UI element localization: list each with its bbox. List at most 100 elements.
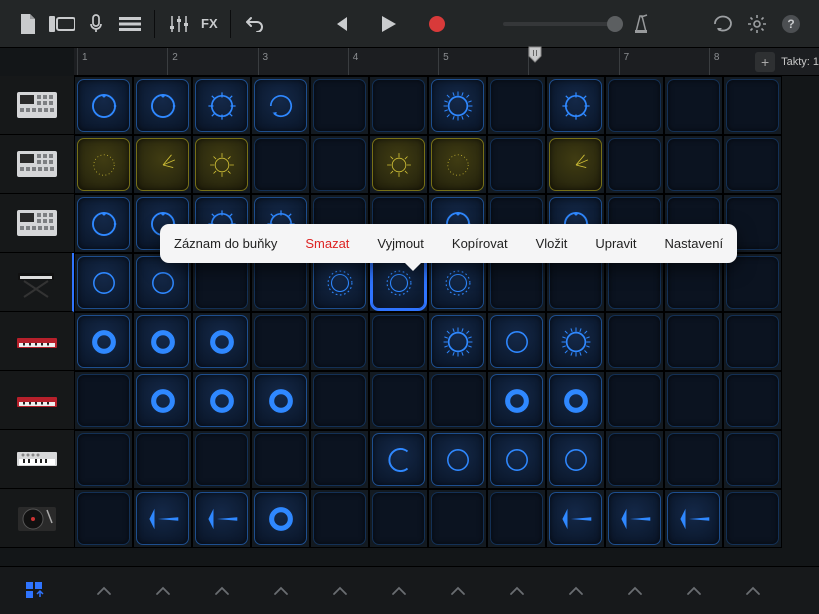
loop-cell[interactable] xyxy=(133,489,192,548)
record-icon[interactable] xyxy=(421,8,453,40)
loop-cell[interactable] xyxy=(546,430,605,489)
loop-cell[interactable] xyxy=(546,76,605,135)
loop-cell[interactable] xyxy=(133,135,192,194)
track-header[interactable] xyxy=(0,253,74,312)
column-trigger[interactable] xyxy=(310,567,369,614)
loop-cell[interactable] xyxy=(251,430,310,489)
loop-cell[interactable] xyxy=(310,489,369,548)
loop-cell[interactable] xyxy=(487,135,546,194)
loop-cell[interactable] xyxy=(74,76,133,135)
loop-cell[interactable] xyxy=(723,135,782,194)
loop-cell[interactable] xyxy=(605,76,664,135)
master-volume-slider[interactable] xyxy=(503,22,621,26)
loop-cell[interactable] xyxy=(487,76,546,135)
loop-cell[interactable] xyxy=(192,489,251,548)
loop-cell[interactable] xyxy=(133,76,192,135)
loop-cell[interactable] xyxy=(369,489,428,548)
loop-cell[interactable] xyxy=(723,312,782,371)
track-header[interactable] xyxy=(0,430,74,489)
loop-cell[interactable] xyxy=(487,430,546,489)
loop-cell[interactable] xyxy=(546,489,605,548)
loop-cell[interactable] xyxy=(428,430,487,489)
loop-cell[interactable] xyxy=(310,76,369,135)
settings-icon[interactable] xyxy=(741,8,773,40)
mixer-icon[interactable] xyxy=(163,8,195,40)
context-menu-item[interactable]: Vyjmout xyxy=(363,228,437,259)
loop-cell[interactable] xyxy=(74,135,133,194)
loop-cell[interactable] xyxy=(369,371,428,430)
loop-cell[interactable] xyxy=(428,489,487,548)
loop-cell[interactable] xyxy=(133,371,192,430)
context-menu-item[interactable]: Kopírovat xyxy=(438,228,522,259)
column-trigger[interactable] xyxy=(428,567,487,614)
loop-cell[interactable] xyxy=(664,135,723,194)
context-menu-item[interactable]: Smazat xyxy=(291,228,363,259)
loop-cell[interactable] xyxy=(310,312,369,371)
track-header[interactable] xyxy=(0,135,74,194)
loop-cell[interactable] xyxy=(723,489,782,548)
loop-cell[interactable] xyxy=(428,371,487,430)
loop-cell[interactable] xyxy=(723,371,782,430)
context-menu-item[interactable]: Vložit xyxy=(522,228,582,259)
loop-cell[interactable] xyxy=(664,371,723,430)
fx-button[interactable]: FX xyxy=(197,8,222,40)
column-trigger[interactable] xyxy=(605,567,664,614)
loop-cell[interactable] xyxy=(369,430,428,489)
loop-cell[interactable] xyxy=(74,489,133,548)
grid-mode-icon[interactable] xyxy=(26,582,48,600)
column-trigger[interactable] xyxy=(546,567,605,614)
loop-cell[interactable] xyxy=(192,76,251,135)
loop-cell[interactable] xyxy=(74,253,133,312)
loop-cell[interactable] xyxy=(251,371,310,430)
loop-icon[interactable] xyxy=(707,8,739,40)
loop-cell[interactable] xyxy=(74,371,133,430)
mic-icon[interactable] xyxy=(80,8,112,40)
loop-cell[interactable] xyxy=(369,312,428,371)
loop-cell[interactable] xyxy=(664,76,723,135)
loop-cell[interactable] xyxy=(605,430,664,489)
column-trigger[interactable] xyxy=(251,567,310,614)
loop-cell[interactable] xyxy=(251,312,310,371)
loop-cell[interactable] xyxy=(74,194,133,253)
column-trigger[interactable] xyxy=(369,567,428,614)
loop-cell[interactable] xyxy=(369,135,428,194)
column-trigger[interactable] xyxy=(192,567,251,614)
track-header[interactable] xyxy=(0,76,74,135)
loop-cell[interactable] xyxy=(369,76,428,135)
column-trigger[interactable] xyxy=(723,567,782,614)
loop-cell[interactable] xyxy=(310,430,369,489)
loop-cell[interactable] xyxy=(133,430,192,489)
loop-cell[interactable] xyxy=(428,312,487,371)
track-header[interactable] xyxy=(0,194,74,253)
metronome-icon[interactable] xyxy=(625,8,657,40)
loop-cell[interactable] xyxy=(192,135,251,194)
loop-cell[interactable] xyxy=(487,489,546,548)
loop-cell[interactable] xyxy=(310,371,369,430)
track-header[interactable] xyxy=(0,312,74,371)
context-menu-item[interactable]: Nastavení xyxy=(651,228,738,259)
loop-cell[interactable] xyxy=(605,371,664,430)
loop-cell[interactable] xyxy=(723,430,782,489)
loop-cell[interactable] xyxy=(723,76,782,135)
file-icon[interactable] xyxy=(12,8,44,40)
play-icon[interactable] xyxy=(373,8,405,40)
go-to-start-icon[interactable] xyxy=(325,8,357,40)
loop-cell[interactable] xyxy=(133,312,192,371)
track-header[interactable] xyxy=(0,489,74,548)
loop-cell[interactable] xyxy=(546,371,605,430)
loop-cell[interactable] xyxy=(74,430,133,489)
view-browser-icon[interactable] xyxy=(46,8,78,40)
add-section-button[interactable]: + xyxy=(755,52,775,72)
loop-cell[interactable] xyxy=(251,76,310,135)
loop-cell[interactable] xyxy=(192,312,251,371)
loop-cell[interactable] xyxy=(605,135,664,194)
column-trigger[interactable] xyxy=(133,567,192,614)
loop-cell[interactable] xyxy=(487,312,546,371)
context-menu-item[interactable]: Upravit xyxy=(581,228,650,259)
loop-cell[interactable] xyxy=(546,135,605,194)
context-menu-item[interactable]: Záznam do buňky xyxy=(160,228,291,259)
loop-cell[interactable] xyxy=(664,489,723,548)
column-trigger[interactable] xyxy=(487,567,546,614)
column-trigger[interactable] xyxy=(664,567,723,614)
help-icon[interactable]: ? xyxy=(775,8,807,40)
